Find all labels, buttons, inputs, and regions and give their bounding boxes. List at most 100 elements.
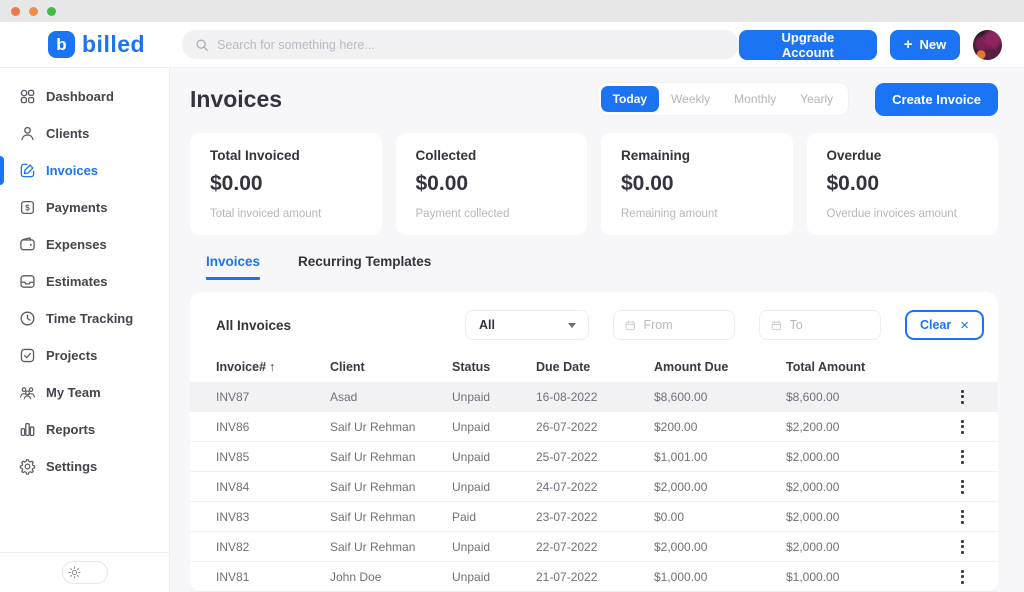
stat-value: $0.00: [416, 172, 568, 196]
cell-amount-due: $2,000.00: [654, 480, 786, 494]
cell-due-date: 24-07-2022: [536, 480, 654, 494]
sidebar-item-label: Reports: [46, 422, 95, 437]
row-menu-button[interactable]: [952, 532, 972, 561]
calendar-icon: [625, 319, 636, 332]
table-row[interactable]: INV84 Saif Ur Rehman Unpaid 24-07-2022 $…: [190, 472, 998, 502]
sidebar-item-estimates[interactable]: Estimates: [0, 263, 169, 300]
invoice-tabs: Invoices Recurring Templates: [206, 254, 998, 280]
sidebar-item-settings[interactable]: Settings: [0, 448, 169, 485]
stat-subtitle: Remaining amount: [621, 208, 773, 220]
cell-client: Saif Ur Rehman: [330, 540, 452, 554]
reports-icon: [19, 421, 36, 438]
period-option-weekly[interactable]: Weekly: [659, 86, 722, 112]
status-filter-select[interactable]: All: [465, 310, 589, 340]
sidebar-item-dashboard[interactable]: Dashboard: [0, 78, 169, 115]
window-zoom-button[interactable]: [47, 7, 56, 16]
window-minimize-button[interactable]: [29, 7, 38, 16]
sidebar-item-label: Expenses: [46, 237, 107, 252]
sidebar-item-payments[interactable]: $ Payments: [0, 189, 169, 226]
period-option-yearly[interactable]: Yearly: [788, 86, 845, 112]
cell-due-date: 21-07-2022: [536, 570, 654, 584]
search-input[interactable]: [217, 38, 726, 52]
new-button[interactable]: + New: [890, 30, 961, 60]
cell-client: Saif Ur Rehman: [330, 450, 452, 464]
app-logo[interactable]: b billed: [48, 31, 145, 58]
sidebar-item-clients[interactable]: Clients: [0, 115, 169, 152]
plus-icon: +: [904, 36, 913, 53]
create-invoice-button[interactable]: Create Invoice: [875, 83, 998, 116]
table-row[interactable]: INV87 Asad Unpaid 16-08-2022 $8,600.00 $…: [190, 382, 998, 412]
cell-due-date: 25-07-2022: [536, 450, 654, 464]
stat-value: $0.00: [827, 172, 979, 196]
cell-status: Unpaid: [452, 450, 536, 464]
cell-amount-due: $2,000.00: [654, 540, 786, 554]
stat-title: Remaining: [621, 148, 773, 163]
sidebar-item-time-tracking[interactable]: Time Tracking: [0, 300, 169, 337]
table-header-row: Invoice#↑ Client Status Due Date Amount …: [190, 352, 998, 382]
row-menu-button[interactable]: [952, 412, 972, 441]
sidebar-item-my-team[interactable]: My Team: [0, 374, 169, 411]
tab-recurring-templates[interactable]: Recurring Templates: [298, 254, 431, 280]
stat-card-total-invoiced: Total Invoiced $0.00 Total invoiced amou…: [190, 133, 382, 235]
table-row[interactable]: INV83 Saif Ur Rehman Paid 23-07-2022 $0.…: [190, 502, 998, 532]
stat-subtitle: Overdue invoices amount: [827, 208, 979, 220]
sidebar-item-reports[interactable]: Reports: [0, 411, 169, 448]
stat-card-collected: Collected $0.00 Payment collected: [396, 133, 588, 235]
table-row[interactable]: INV82 Saif Ur Rehman Unpaid 22-07-2022 $…: [190, 532, 998, 562]
cell-amount-due: $8,600.00: [654, 390, 786, 404]
row-menu-button[interactable]: [952, 382, 972, 411]
upgrade-account-button[interactable]: Upgrade Account: [739, 30, 877, 60]
date-to-field[interactable]: [759, 310, 881, 340]
date-from-input[interactable]: [644, 318, 723, 332]
sidebar-item-label: My Team: [46, 385, 101, 400]
column-header-client[interactable]: Client: [330, 360, 452, 374]
user-avatar[interactable]: [973, 30, 1002, 60]
sidebar-item-expenses[interactable]: Expenses: [0, 226, 169, 263]
estimates-icon: [19, 273, 36, 290]
sidebar: Dashboard Clients Invoices $: [0, 68, 170, 592]
table-row[interactable]: INV86 Saif Ur Rehman Unpaid 26-07-2022 $…: [190, 412, 998, 442]
clear-filters-button[interactable]: Clear ×: [905, 310, 984, 340]
clients-icon: [19, 125, 36, 142]
sidebar-item-invoices[interactable]: Invoices: [0, 152, 169, 189]
cell-total-amount: $2,000.00: [786, 450, 952, 464]
column-header-amount-due[interactable]: Amount Due: [654, 360, 786, 374]
column-header-total-amount[interactable]: Total Amount: [786, 360, 952, 374]
sidebar-item-label: Dashboard: [46, 89, 114, 104]
row-menu-button[interactable]: [952, 562, 972, 591]
cell-invoice: INV86: [216, 420, 330, 434]
date-from-field[interactable]: [613, 310, 735, 340]
chevron-down-icon: [568, 323, 576, 328]
theme-toggle[interactable]: [62, 561, 108, 584]
column-header-invoice[interactable]: Invoice#↑: [216, 360, 330, 374]
period-option-monthly[interactable]: Monthly: [722, 86, 788, 112]
cell-status: Unpaid: [452, 570, 536, 584]
invoices-panel: All Invoices All: [190, 292, 998, 592]
window-close-button[interactable]: [11, 7, 20, 16]
column-header-due-date[interactable]: Due Date: [536, 360, 654, 374]
sidebar-item-projects[interactable]: Projects: [0, 337, 169, 374]
logo-icon: b: [48, 31, 75, 58]
cell-invoice: INV85: [216, 450, 330, 464]
stats-row: Total Invoiced $0.00 Total invoiced amou…: [190, 133, 998, 235]
tab-invoices[interactable]: Invoices: [206, 254, 260, 280]
period-option-today[interactable]: Today: [601, 86, 659, 112]
date-to-input[interactable]: [790, 318, 869, 332]
stat-subtitle: Payment collected: [416, 208, 568, 220]
column-header-status[interactable]: Status: [452, 360, 536, 374]
cell-client: John Doe: [330, 570, 452, 584]
table-section-title: All Invoices: [216, 318, 291, 333]
cell-total-amount: $2,200.00: [786, 420, 952, 434]
cell-total-amount: $2,000.00: [786, 510, 952, 524]
search-bar[interactable]: [182, 30, 739, 59]
cell-client: Asad: [330, 390, 452, 404]
sun-icon: [68, 566, 81, 579]
table-row[interactable]: INV81 John Doe Unpaid 21-07-2022 $1,000.…: [190, 562, 998, 592]
sidebar-footer: [0, 552, 169, 592]
row-menu-button[interactable]: [952, 472, 972, 501]
row-menu-button[interactable]: [952, 502, 972, 531]
settings-icon: [19, 458, 36, 475]
sidebar-item-label: Payments: [46, 200, 107, 215]
table-row[interactable]: INV85 Saif Ur Rehman Unpaid 25-07-2022 $…: [190, 442, 998, 472]
row-menu-button[interactable]: [952, 442, 972, 471]
